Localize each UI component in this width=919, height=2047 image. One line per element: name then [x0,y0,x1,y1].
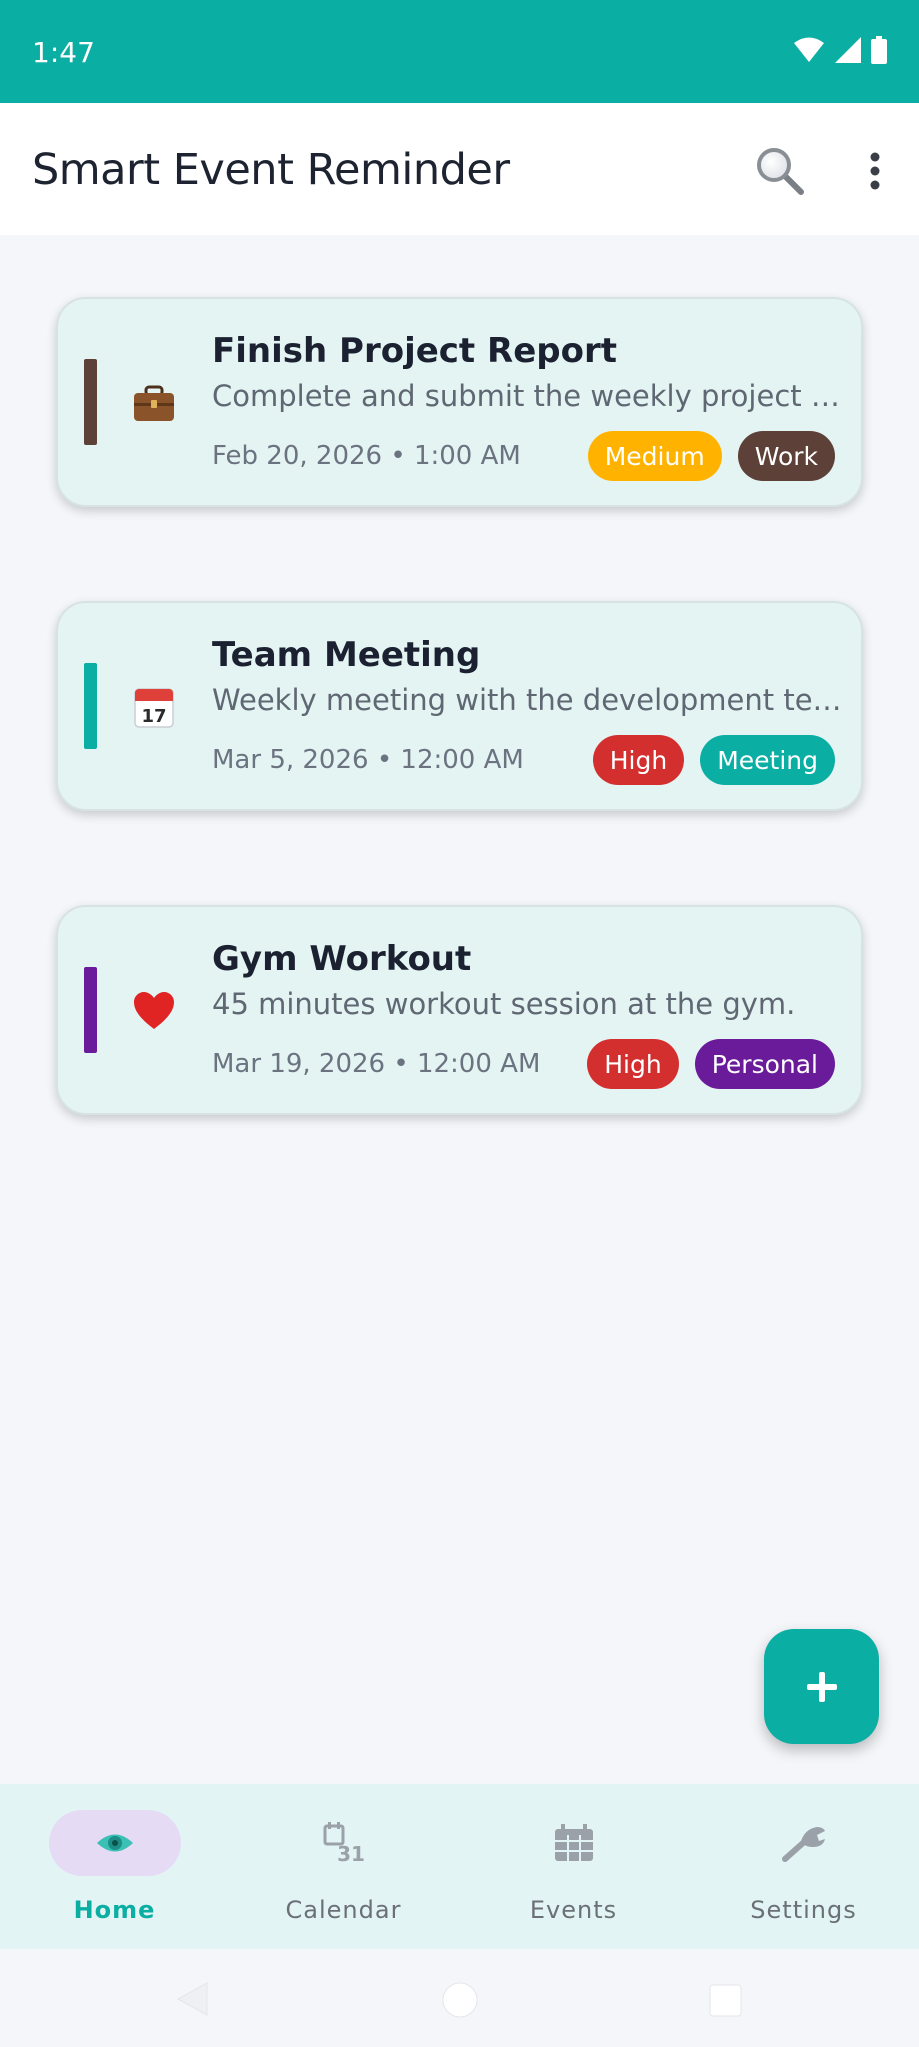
nav-item-home[interactable]: Home [0,1784,229,1949]
nav-item-events[interactable]: Events [459,1784,688,1949]
heart-icon [134,992,174,1029]
back-icon[interactable] [175,1981,209,2017]
events-grid-icon [554,1824,593,1861]
status-bar: 1:47 [0,0,919,103]
category-badge: Meeting [700,735,835,785]
nav-indicator [508,1810,640,1876]
nav-label: Settings [750,1896,857,1924]
calendar-31-icon: 31 [323,1822,365,1865]
event-card[interactable]: Finish Project Report Complete and submi… [56,297,863,507]
event-card[interactable]: Gym Workout 45 minutes workout session a… [56,905,863,1115]
signal-icon [835,37,861,63]
priority-badge: Medium [587,431,722,481]
briefcase-icon [134,385,174,421]
nav-indicator [48,1810,181,1876]
plus-icon [806,1671,837,1702]
more-vert-icon [870,152,880,190]
add-event-button[interactable] [764,1629,879,1744]
nav-label: Calendar [285,1896,402,1924]
category-badge: Personal [694,1039,835,1089]
status-time: 1:47 [32,36,95,69]
nav-label: Events [529,1896,618,1924]
event-title: Team Meeting [212,635,481,675]
event-card[interactable]: 17 Team Meeting Weekly meeting with the … [56,601,863,811]
nav-indicator [738,1810,870,1876]
page-title: Smart Event Reminder [32,145,510,195]
card-accent-bar [84,359,97,445]
search-icon [757,148,804,195]
nav-item-settings[interactable]: Settings [689,1784,918,1949]
category-badge: Work [737,431,835,481]
battery-icon [871,36,887,64]
event-chips: High Meeting [592,735,835,785]
event-description: Complete and submit the weekly project r… [212,379,842,413]
event-chips: High Personal [587,1039,835,1089]
card-accent-bar [84,967,97,1053]
recents-icon[interactable] [709,1984,742,2017]
event-description: Weekly meeting with the development team… [212,683,842,717]
wifi-icon [794,37,824,62]
nav-indicator: 31 [278,1810,410,1876]
svg-text:31: 31 [337,1842,365,1865]
event-datetime: Mar 5, 2026 • 12:00 AM [212,745,524,775]
wrench-icon [781,1827,825,1862]
event-datetime: Feb 20, 2026 • 1:00 AM [212,441,521,471]
home-icon[interactable] [442,1982,478,2018]
event-description: 45 minutes workout session at the gym. [212,987,796,1021]
calendar-icon: 17 [134,688,174,728]
nav-item-calendar[interactable]: 31 Calendar [229,1784,458,1949]
priority-badge: High [592,735,685,785]
more-options-button[interactable] [847,143,903,199]
nav-label: Home [73,1896,156,1924]
status-icons [793,36,887,64]
event-chips: Medium Work [587,431,835,481]
search-button[interactable] [752,143,808,199]
card-accent-bar [84,663,97,749]
bottom-navigation: Home 31 Calendar Events Settings [0,1784,919,1949]
event-title: Finish Project Report [212,331,617,371]
app-bar: Smart Event Reminder [0,103,919,235]
svg-text:17: 17 [141,706,166,727]
priority-badge: High [587,1039,679,1089]
event-datetime: Mar 19, 2026 • 12:00 AM [212,1049,541,1079]
eye-icon [96,1834,133,1852]
system-navigation-bar [0,1949,919,2047]
event-title: Gym Workout [212,939,472,979]
